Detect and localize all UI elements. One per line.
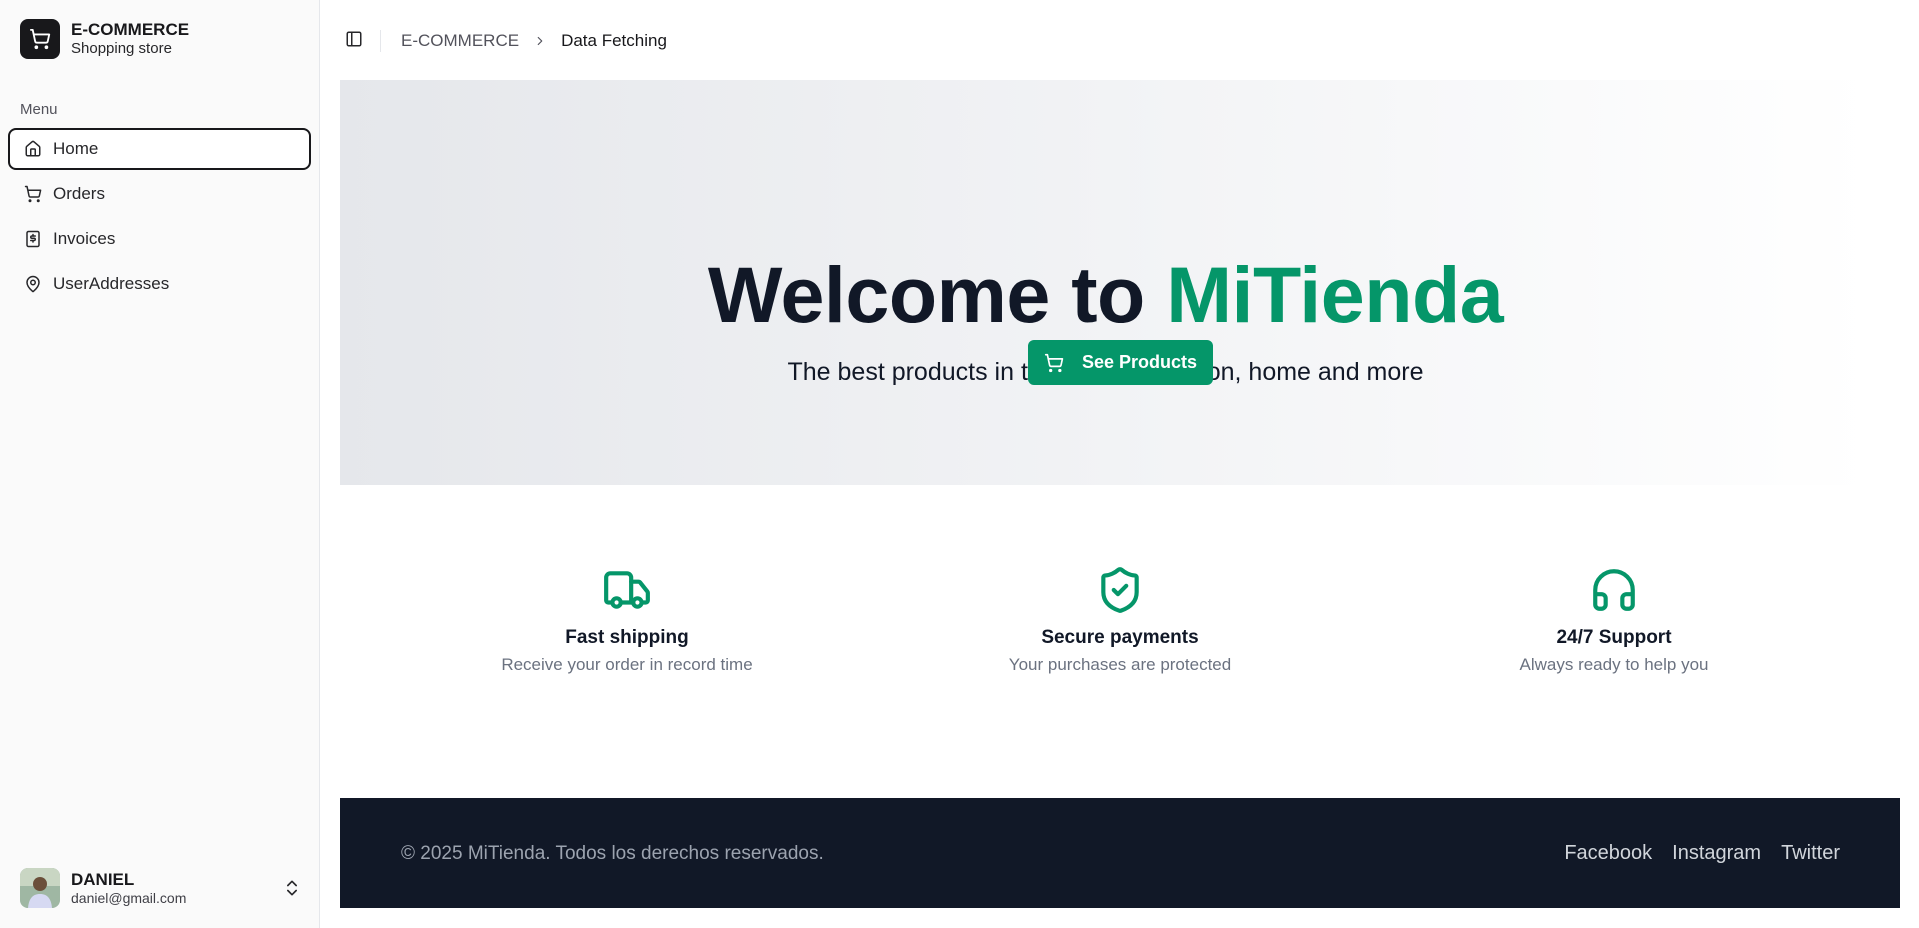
breadcrumb-root-link[interactable]: E-COMMERCE xyxy=(401,31,519,51)
shopping-cart-icon xyxy=(23,184,43,204)
feature-fast-shipping: Fast shipping Receive your order in reco… xyxy=(427,565,827,675)
copyright-text: © 2025 MiTienda. Todos los derechos rese… xyxy=(401,843,824,864)
see-products-button[interactable]: See Products xyxy=(1028,340,1213,385)
see-products-label: See Products xyxy=(1081,352,1198,372)
feature-support: 24/7 Support Always ready to help you xyxy=(1414,565,1814,675)
sidebar-item-useraddresses[interactable]: UserAddresses xyxy=(8,263,311,305)
user-email: daniel@gmail.com xyxy=(71,889,187,906)
hero-title-brand: MiTienda xyxy=(1166,250,1504,339)
brand-title: E-COMMERCE xyxy=(71,19,190,39)
sidebar-item-orders[interactable]: Orders xyxy=(8,173,311,215)
brand[interactable]: E-COMMERCE Shopping store xyxy=(20,19,189,59)
sidebar-nav: Home Orders Invoices UserAddresses xyxy=(8,128,311,308)
menu-label: Menu xyxy=(20,101,58,118)
truck-icon xyxy=(427,565,827,615)
feature-description: Receive your order in record time xyxy=(501,655,753,674)
breadcrumb-current: Data Fetching xyxy=(561,31,667,50)
avatar xyxy=(20,868,60,908)
hero-banner: Welcome to MiTienda The best products in… xyxy=(340,80,1871,485)
feature-title: Secure payments xyxy=(1041,627,1199,648)
user-name: DANIEL xyxy=(71,869,135,889)
headphones-icon xyxy=(1414,565,1814,615)
sidebar-toggle-button[interactable] xyxy=(340,27,368,55)
feature-title: Fast shipping xyxy=(565,627,689,648)
feature-description: Your purchases are protected xyxy=(1008,655,1232,674)
feature-secure-payments: Secure payments Your purchases are prote… xyxy=(920,565,1320,675)
shopping-cart-icon xyxy=(20,19,60,59)
sidebar: E-COMMERCE Shopping store Menu Home Orde… xyxy=(0,0,320,928)
home-icon xyxy=(23,139,43,159)
user-menu[interactable]: DANIEL daniel@gmail.com xyxy=(20,868,302,908)
instagram-link[interactable]: Instagram xyxy=(1672,842,1761,865)
sidebar-item-home[interactable]: Home xyxy=(8,128,311,170)
feature-description: Always ready to help you xyxy=(1519,655,1709,674)
social-links: Facebook Instagram Twitter xyxy=(1564,842,1840,865)
shopping-cart-icon xyxy=(1044,353,1064,373)
sidebar-item-invoices[interactable]: Invoices xyxy=(8,218,311,260)
map-pin-icon xyxy=(23,274,43,294)
chevron-right-icon xyxy=(533,34,547,48)
header-divider xyxy=(380,30,381,52)
sidebar-item-label: Home xyxy=(53,139,99,158)
facebook-link[interactable]: Facebook xyxy=(1564,842,1652,865)
brand-subtitle: Shopping store xyxy=(71,40,172,58)
footer: © 2025 MiTienda. Todos los derechos rese… xyxy=(340,798,1900,908)
hero-title: Welcome to MiTienda xyxy=(340,255,1871,334)
top-bar: E-COMMERCE Data Fetching xyxy=(340,20,667,62)
sidebar-item-label: UserAddresses xyxy=(53,274,170,293)
dollar-receipt-icon xyxy=(23,229,43,249)
feature-title: 24/7 Support xyxy=(1556,627,1672,648)
breadcrumb: E-COMMERCE Data Fetching xyxy=(401,31,667,51)
shield-check-icon xyxy=(920,565,1320,615)
chevrons-up-down-icon[interactable] xyxy=(282,878,302,898)
sidebar-item-label: Orders xyxy=(53,184,105,203)
sidebar-item-label: Invoices xyxy=(53,229,116,248)
twitter-link[interactable]: Twitter xyxy=(1781,842,1840,865)
panel-left-icon xyxy=(345,30,363,53)
hero-title-prefix: Welcome to xyxy=(707,250,1145,339)
